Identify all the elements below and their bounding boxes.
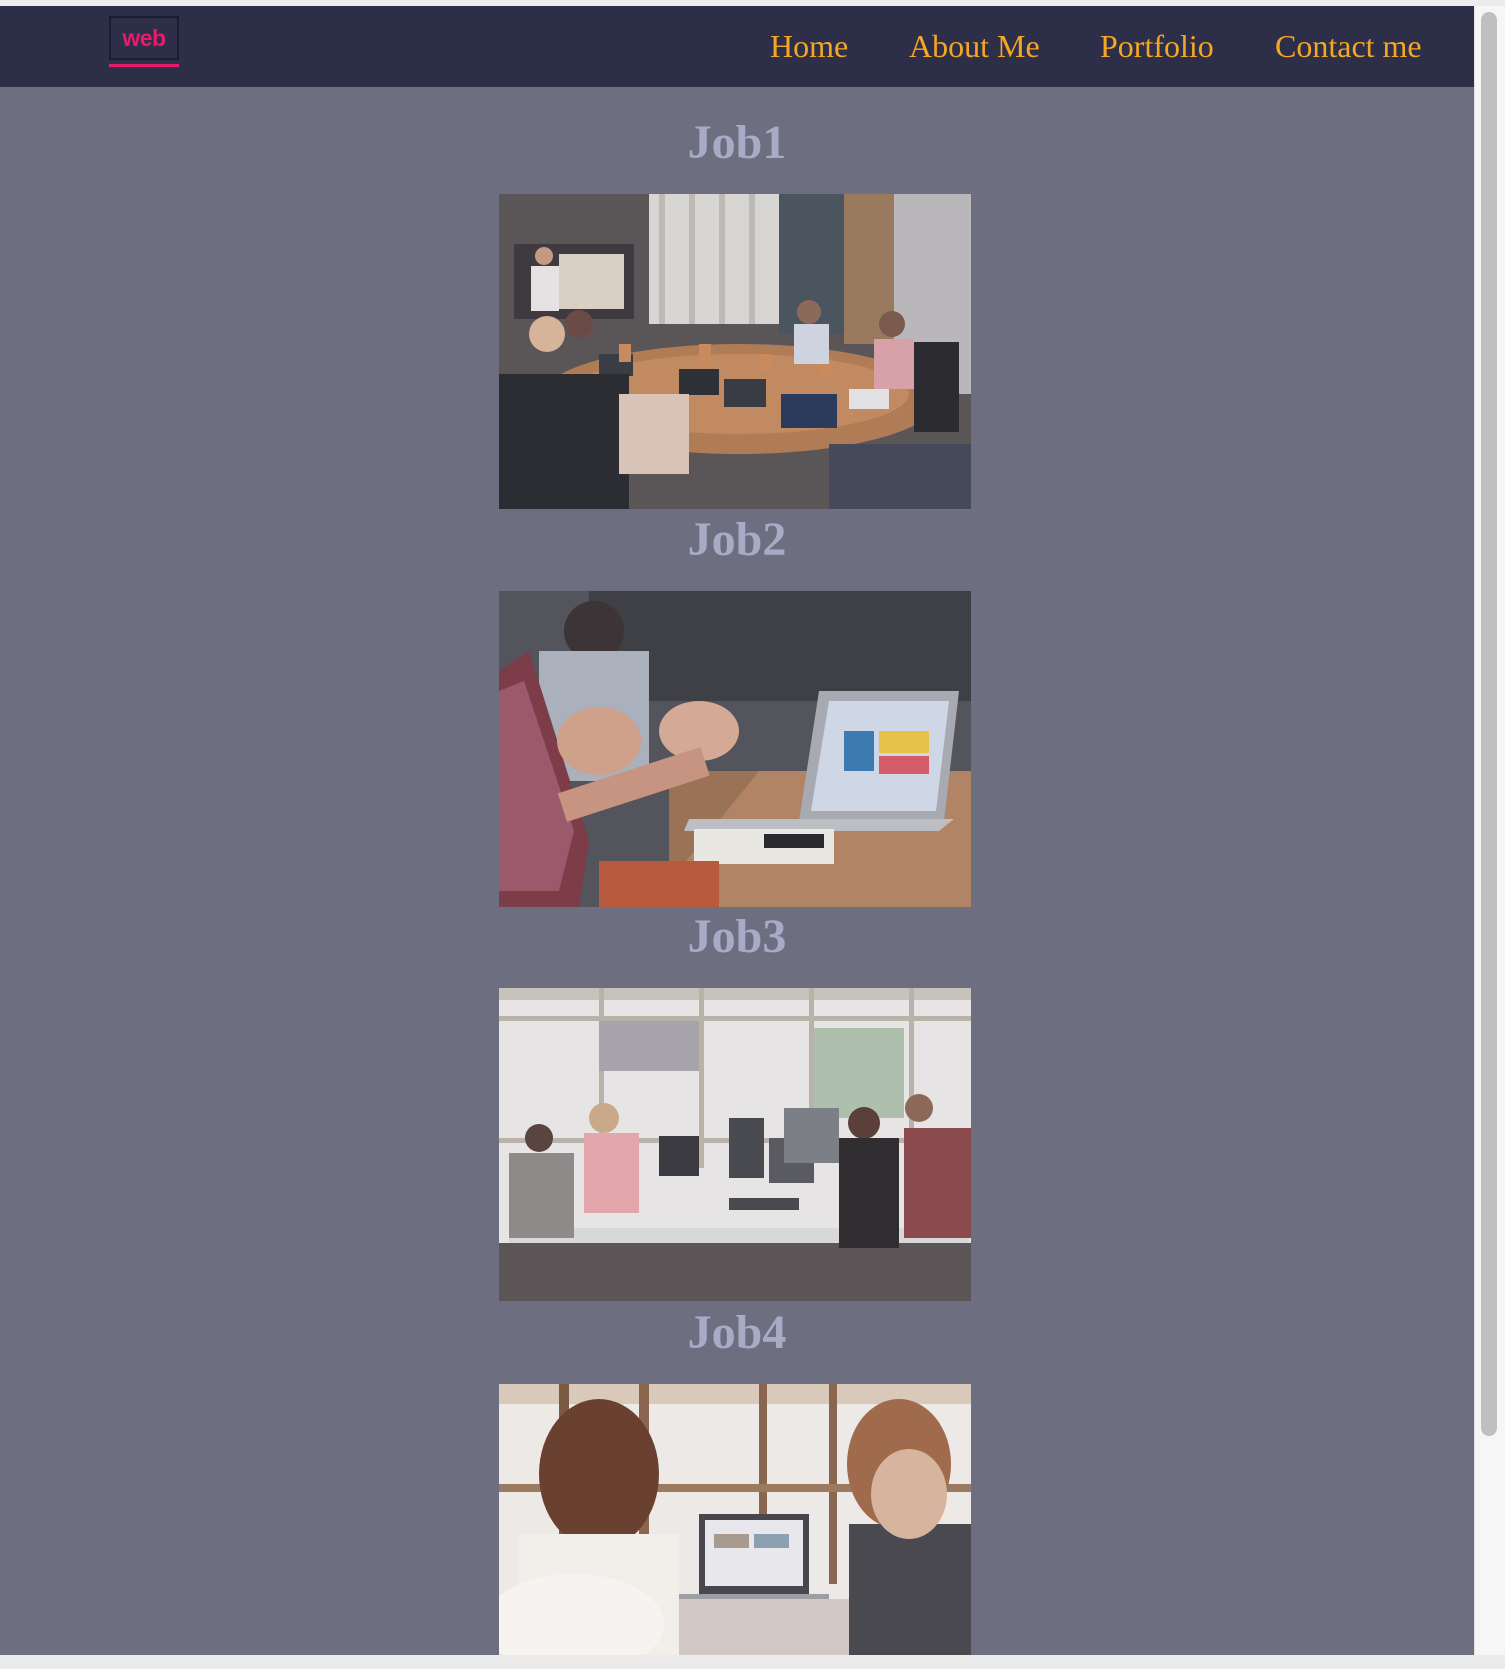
job-image-discussion[interactable] bbox=[499, 591, 971, 907]
navbar: web Home About Me Portfolio Contact me bbox=[0, 6, 1474, 87]
main-nav: Home About Me Portfolio Contact me bbox=[0, 28, 1474, 78]
discussion-photo bbox=[499, 591, 971, 907]
vertical-scrollbar-thumb[interactable] bbox=[1481, 12, 1497, 1436]
horizontal-scrollbar-track bbox=[0, 1655, 1505, 1669]
office-photo bbox=[499, 988, 971, 1301]
meeting-photo bbox=[499, 194, 971, 509]
job-image-meeting[interactable] bbox=[499, 194, 971, 509]
nav-link-contact-me[interactable]: Contact me bbox=[1275, 28, 1422, 65]
job-title: Job1 bbox=[687, 116, 787, 169]
job-title: Job4 bbox=[687, 1306, 787, 1359]
job-title: Job3 bbox=[687, 910, 787, 963]
nav-link-about-me[interactable]: About Me bbox=[909, 28, 1040, 65]
nav-link-portfolio[interactable]: Portfolio bbox=[1100, 28, 1214, 65]
nav-link-home[interactable]: Home bbox=[770, 28, 848, 65]
collaboration-photo bbox=[499, 1384, 971, 1655]
portfolio-main: Job1 Job2 Job3 Job4 bbox=[0, 87, 1474, 1655]
job-image-office[interactable] bbox=[499, 988, 971, 1301]
job-image-collaboration[interactable] bbox=[499, 1384, 971, 1655]
job-title: Job2 bbox=[687, 513, 787, 566]
